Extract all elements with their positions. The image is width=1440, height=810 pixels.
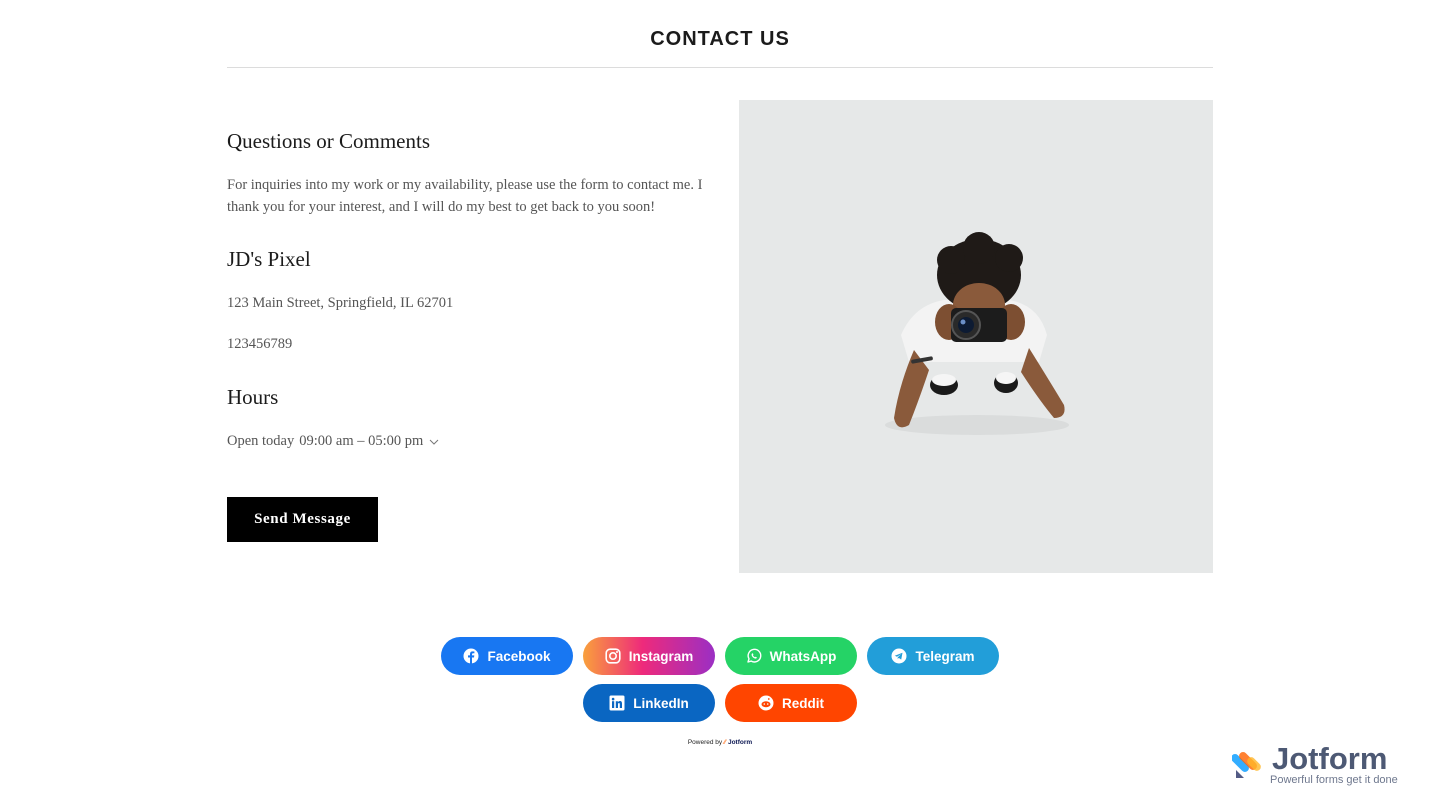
phone-link[interactable]: 123456789	[227, 333, 292, 355]
powered-brand: Jotform	[727, 739, 753, 746]
reddit-icon	[758, 695, 774, 711]
facebook-icon	[463, 648, 479, 664]
telegram-icon	[891, 648, 907, 664]
powered-by-jotform[interactable]: Powered by ⁄⁄ Jotform	[0, 739, 1440, 746]
telegram-label: Telegram	[915, 648, 975, 664]
jotform-badge[interactable]: Jotform Powerful forms get it done	[1232, 741, 1412, 793]
hours-status: Open today	[227, 433, 295, 449]
linkedin-label: LinkedIn	[633, 695, 689, 711]
send-message-button[interactable]: Send Message	[227, 497, 378, 542]
page-header: CONTACT US	[227, 0, 1213, 68]
instagram-icon	[605, 648, 621, 664]
powered-by-text: Powered by	[687, 739, 723, 746]
address-text: 123 Main Street, Springfield, IL 62701	[227, 295, 454, 311]
questions-heading: Questions or Comments	[227, 129, 430, 153]
business-name: JD's Pixel	[227, 247, 311, 271]
photographer-image	[739, 100, 1213, 573]
whatsapp-label: WhatsApp	[769, 648, 837, 664]
jotform-badge-name: Jotform	[1272, 741, 1388, 776]
page-title: CONTACT US	[650, 27, 790, 50]
jotform-logo-icon	[1232, 752, 1261, 778]
hours-range: 09:00 am – 05:00 pm	[299, 433, 424, 449]
jotform-badge-tagline: Powerful forms get it done	[1270, 774, 1398, 786]
instagram-label: Instagram	[628, 648, 694, 664]
whatsapp-share-button[interactable]: WhatsApp	[725, 637, 857, 675]
facebook-label: Facebook	[487, 648, 551, 664]
hours-heading: Hours	[227, 385, 279, 409]
whatsapp-icon	[746, 648, 762, 663]
linkedin-icon	[609, 695, 625, 711]
jotform-mini-logo-icon: ⁄⁄	[723, 739, 727, 746]
hours-dropdown[interactable]: Open today 09:00 am – 05:00 pm	[227, 433, 439, 450]
telegram-share-button[interactable]: Telegram	[867, 637, 999, 675]
reddit-label: Reddit	[782, 695, 824, 711]
chevron-down-icon	[429, 439, 439, 445]
social-row-1: Facebook Instagram WhatsApp Telegram	[0, 637, 1440, 675]
instagram-share-button[interactable]: Instagram	[583, 637, 715, 675]
linkedin-share-button[interactable]: LinkedIn	[583, 684, 715, 722]
reddit-share-button[interactable]: Reddit	[725, 684, 857, 722]
contact-section: Questions or Comments For inquiries into…	[227, 100, 1213, 573]
questions-text: For inquiries into my work or my availab…	[227, 177, 703, 215]
facebook-share-button[interactable]: Facebook	[441, 637, 573, 675]
social-row-2: LinkedIn Reddit	[0, 684, 1440, 722]
